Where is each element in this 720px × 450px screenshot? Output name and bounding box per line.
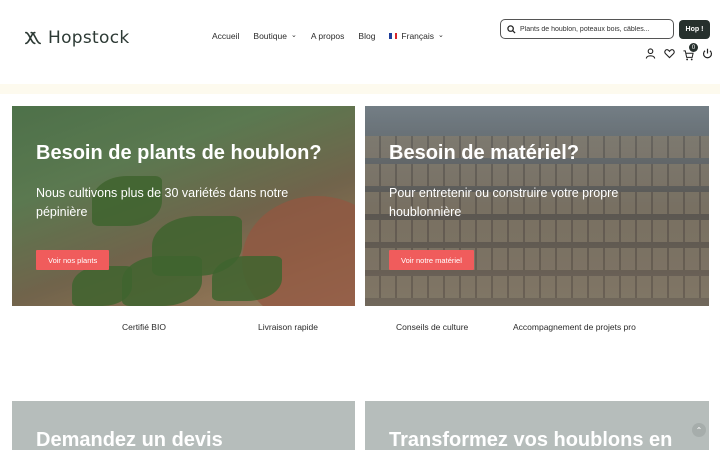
language-selector[interactable]: Français ⌄ — [389, 31, 444, 41]
main-nav: Accueil Boutique ⌄ A propos Blog Françai… — [212, 31, 458, 41]
hero-card-material: Besoin de matériel? Pour entretenir ou c… — [365, 106, 709, 306]
search-icon — [507, 24, 516, 34]
header-divider-strip — [0, 84, 720, 94]
feature-pro-projects: Accompagnement de projets pro — [513, 322, 636, 332]
search-button[interactable]: Hop ! — [679, 20, 710, 39]
french-flag-icon — [389, 33, 398, 39]
nav-item-accueil[interactable]: Accueil — [212, 31, 239, 41]
transform-card[interactable]: Transformez vos houblons en — [365, 401, 709, 450]
transform-card-title: Transformez vos houblons en — [389, 429, 673, 450]
heart-icon[interactable] — [664, 48, 675, 59]
view-material-button[interactable]: Voir notre matériel — [389, 250, 474, 270]
search-bar — [500, 19, 674, 39]
nav-item-boutique[interactable]: Boutique ⌄ — [253, 31, 296, 41]
nav-item-blog[interactable]: Blog — [358, 31, 375, 41]
scroll-to-top-button[interactable]: ⌃ — [692, 423, 706, 437]
language-label: Français — [401, 31, 435, 41]
feature-delivery: Livraison rapide — [258, 322, 319, 332]
nav-item-a-propos[interactable]: A propos — [311, 31, 345, 41]
search-input[interactable] — [520, 25, 670, 33]
nav-label: Accueil — [212, 31, 240, 41]
chevron-down-icon: ⌄ — [290, 32, 297, 39]
site-header: Hopstock Accueil Boutique ⌄ A propos Blo… — [0, 0, 720, 84]
hero-title: Besoin de plants de houblon? — [36, 142, 322, 164]
power-icon[interactable] — [702, 48, 713, 59]
feature-organic: Certifié BIO — [122, 322, 166, 332]
cart-button[interactable]: 0 — [683, 43, 698, 61]
hop-logo-icon — [24, 31, 42, 45]
nav-label: Boutique — [253, 31, 287, 41]
nav-label: Blog — [358, 31, 376, 41]
feature-advice: Conseils de culture — [396, 322, 469, 332]
quote-card[interactable]: Demandez un devis — [12, 401, 355, 450]
hero-subtitle: Pour entretenir ou construire votre prop… — [389, 186, 619, 219]
hero-title: Besoin de matériel? — [389, 142, 580, 164]
quote-card-title: Demandez un devis — [36, 429, 223, 450]
cart-count-badge: 0 — [689, 43, 698, 52]
hero-card-plants: Besoin de plants de houblon? Nous cultiv… — [12, 106, 355, 306]
chevron-down-icon: ⌄ — [438, 32, 444, 39]
logo[interactable]: Hopstock — [24, 28, 130, 48]
header-icons: 0 — [645, 43, 713, 61]
nav-label: A propos — [310, 31, 345, 41]
view-plants-button[interactable]: Voir nos plants — [36, 250, 110, 270]
chevron-up-icon: ⌃ — [695, 425, 703, 435]
user-icon[interactable] — [645, 48, 656, 59]
brand-name: Hopstock — [48, 28, 130, 48]
hero-subtitle: Nous cultivons plus de 30 variétés dans … — [36, 186, 289, 219]
